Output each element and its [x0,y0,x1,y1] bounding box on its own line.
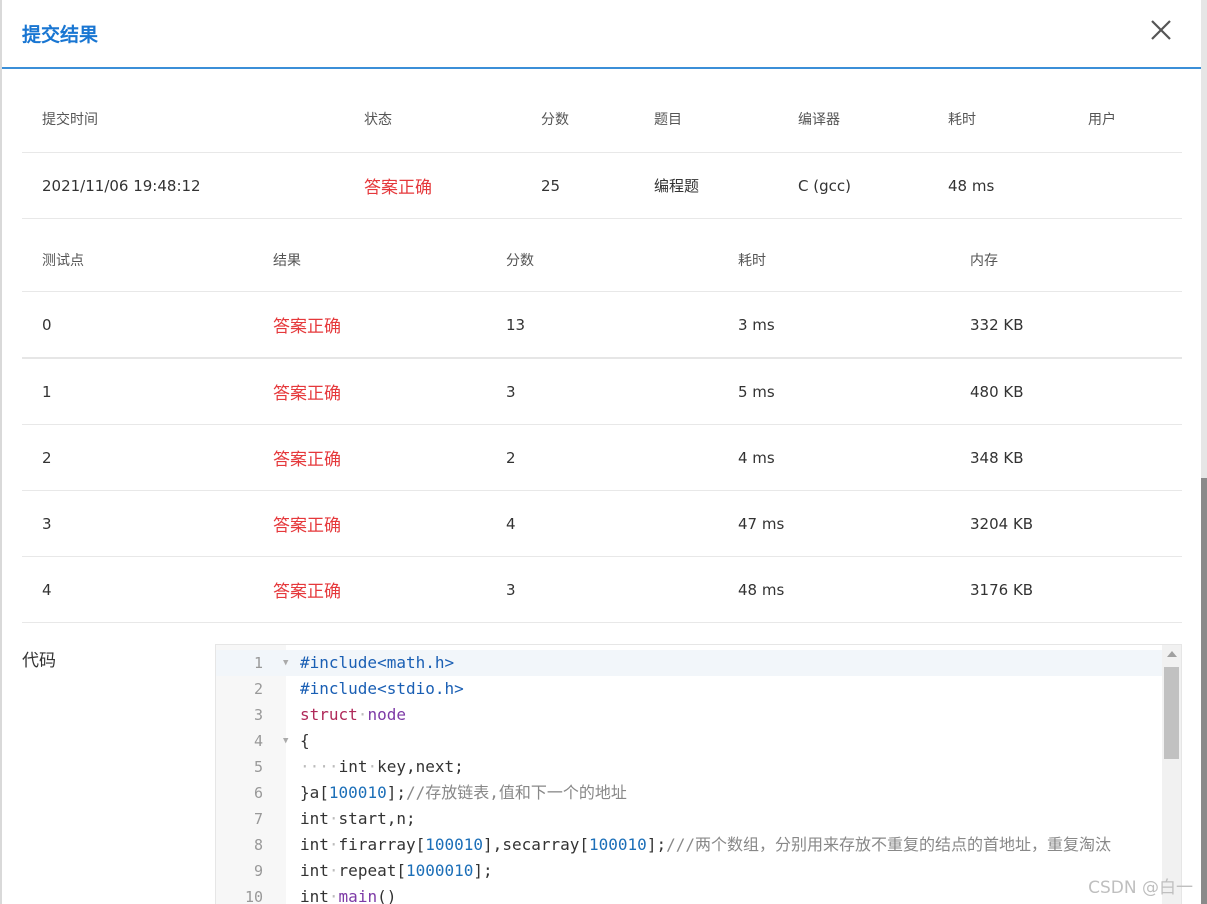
header-compiler: 编译器 [798,112,840,128]
code-line[interactable]: 5 ····int·key,next; [216,754,1162,780]
close-icon[interactable] [1147,16,1175,44]
code-line[interactable]: 9 int·repeat[1000010]; [216,858,1162,884]
line-number: 6 [253,784,263,802]
submit-time: 2021/11/06 19:48:12 [42,176,201,195]
testcase-id: 2 [42,448,52,467]
editor-scrollbar[interactable] [1162,645,1181,904]
code-line[interactable]: 1 ▼ #include<math.h> [216,650,1162,676]
testcase-result: 答案正确 [273,384,341,404]
header-submit-time: 提交时间 [42,112,98,128]
line-number: 4 [253,732,263,750]
testcase-time: 3 ms [738,315,775,334]
header-memory: 内存 [970,252,998,269]
line-number: 10 [244,888,263,904]
testcase-memory: 332 KB [970,315,1024,334]
watermark: CSDN @白一 [1088,878,1193,898]
line-number: 2 [253,680,263,698]
testcase-score: 13 [506,315,526,334]
header-result: 结果 [273,252,301,269]
testcase-result: 答案正确 [273,516,341,536]
scroll-up-icon[interactable] [1167,651,1177,657]
dialog-title: 提交结果 [22,24,99,46]
testcase-memory: 3176 KB [970,580,1034,599]
testcase-time: 47 ms [738,514,785,533]
line-number: 8 [253,836,263,854]
testcase-result: 答案正确 [273,317,341,337]
backdrop-edge-right [1201,0,1207,904]
header-status: 状态 [364,112,392,128]
fold-arrow-icon[interactable]: ▼ [283,650,288,676]
scrollbar-thumb[interactable] [1164,667,1179,759]
header-user: 用户 [1088,112,1116,128]
submission-result-dialog: 提交结果 提交时间 状态 分数 题目 编译器 耗时 用户 2021/11/06 … [0,0,1207,904]
code-line[interactable]: 7 int·start,n; [216,806,1162,832]
header-time: 耗时 [738,252,766,269]
line-number: 7 [253,810,263,828]
table-row: 3 答案正确 4 47 ms 3204 KB [22,491,1182,557]
testcase-table: 测试点 结果 分数 耗时 内存 0 答案正确 13 3 ms 332 KB 1 … [22,228,1182,623]
status-text: 答案正确 [364,178,432,198]
code-line[interactable]: 4 ▼ { [216,728,1162,754]
testcase-score: 3 [506,382,516,401]
summary-header-row: 提交时间 状态 分数 题目 编译器 耗时 用户 [22,86,1182,153]
code-line[interactable]: 8 int·firarray[100010],secarray[100010];/… [216,832,1162,858]
code-text: ····int·key,next; [300,757,464,776]
line-number: 3 [253,706,263,724]
code-text: int·start,n; [300,809,416,828]
backdrop-edge-left [0,0,2,904]
header-elapsed: 耗时 [948,112,976,128]
testcase-result: 答案正确 [273,450,341,470]
testcase-score: 4 [506,514,516,533]
testcase-header-row: 测试点 结果 分数 耗时 内存 [22,228,1182,292]
header-testcase: 测试点 [42,252,84,269]
code-text: int·main() [300,887,397,904]
compiler-value: C (gcc) [798,176,851,195]
code-text: int·firarray[100010],secarray[100010];//… [300,835,1111,854]
code-editor[interactable]: 1 ▼ #include<math.h> 2 #include<stdio.h> 3 str… [215,644,1182,904]
header-problem: 题目 [654,112,682,128]
testcase-id: 0 [42,315,52,334]
code-line[interactable]: 2 #include<stdio.h> [216,676,1162,702]
code-text: { [300,731,310,750]
testcase-score: 2 [506,448,516,467]
header-score: 分数 [541,112,569,128]
testcase-time: 5 ms [738,382,775,401]
testcase-time: 48 ms [738,580,785,599]
code-text: struct·node [300,705,406,724]
testcase-score: 3 [506,580,516,599]
line-number: 5 [253,758,263,776]
testcase-memory: 348 KB [970,448,1024,467]
code-text: #include<stdio.h> [300,679,464,698]
problem-link[interactable]: 编程题 [654,153,699,218]
line-number: 9 [253,862,263,880]
testcase-result: 答案正确 [273,582,341,602]
testcase-memory: 480 KB [970,382,1024,401]
dialog-header: 提交结果 [2,0,1201,69]
summary-row: 2021/11/06 19:48:12 答案正确 25 编程题 C (gcc) … [22,153,1182,219]
code-text: }a[100010];//存放链表,值和下一个的地址 [300,783,627,802]
fold-arrow-icon[interactable]: ▼ [283,728,288,754]
summary-table: 提交时间 状态 分数 题目 编译器 耗时 用户 2021/11/06 19:48… [22,86,1182,219]
table-row: 1 答案正确 3 5 ms 480 KB [22,359,1182,425]
table-row: 4 答案正确 3 48 ms 3176 KB [22,557,1182,623]
line-number: 1 [253,654,263,672]
testcase-memory: 3204 KB [970,514,1034,533]
code-text: int·repeat[1000010]; [300,861,493,880]
testcase-time: 4 ms [738,448,775,467]
header-score: 分数 [506,252,534,269]
testcase-id: 4 [42,580,52,599]
code-line[interactable]: 6 }a[100010];//存放链表,值和下一个的地址 [216,780,1162,806]
score-value: 25 [541,176,561,195]
code-label: 代码 [22,651,56,671]
testcase-id: 3 [42,514,52,533]
table-row: 0 答案正确 13 3 ms 332 KB [22,292,1182,359]
code-text: #include<math.h> [300,653,455,672]
testcase-id: 1 [42,382,52,401]
code-line[interactable]: 10 int·main() [216,884,1162,904]
elapsed-value: 48 ms [948,176,995,195]
table-row: 2 答案正确 2 4 ms 348 KB [22,425,1182,491]
code-line[interactable]: 3 struct·node [216,702,1162,728]
